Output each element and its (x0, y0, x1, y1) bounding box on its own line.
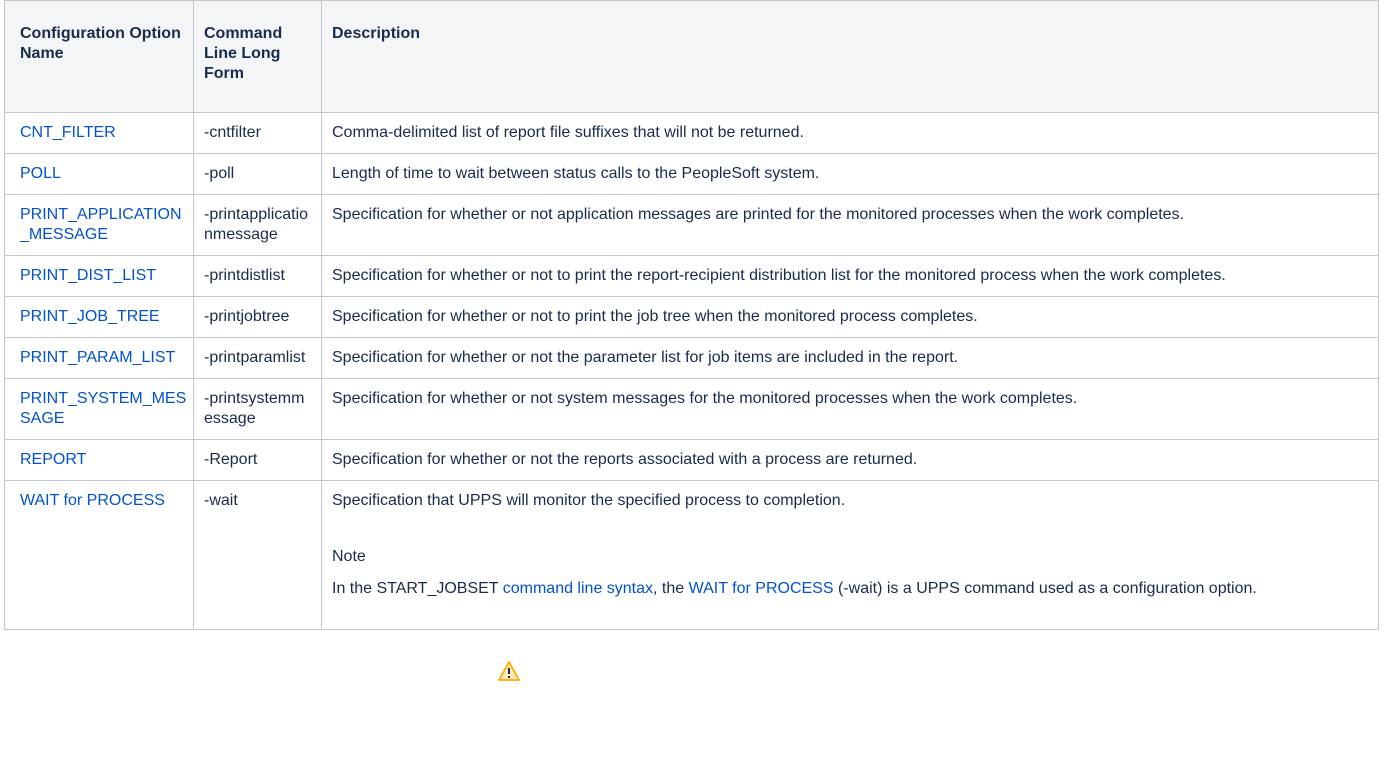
option-name-cell: POLL (4, 153, 194, 195)
table-row: PRINT_DIST_LIST -printdistlist Specifica… (4, 255, 1379, 297)
table-row: PRINT_APPLICATION_MESSAGE -printapplicat… (4, 194, 1379, 256)
wait-description: Specification that UPPS will monitor the… (332, 492, 846, 509)
option-name-cell: WAIT for PROCESS (4, 480, 194, 630)
option-link-poll[interactable]: POLL (20, 165, 61, 182)
option-name-cell: PRINT_DIST_LIST (4, 255, 194, 297)
command-cell: -printapplicationmessage (193, 194, 322, 256)
option-link-print-job-tree[interactable]: PRINT_JOB_TREE (20, 308, 160, 325)
command-cell: -poll (193, 153, 322, 195)
option-name-cell: REPORT (4, 439, 194, 481)
command-cell: -printsystemmessage (193, 378, 322, 440)
description-cell: Specification that UPPS will monitor the… (321, 480, 1379, 681)
description-cell: Specification for whether or not to prin… (321, 296, 1379, 338)
note-text-after: (-wait) is a UPPS command used as a conf… (833, 580, 1257, 597)
wait-for-process-link[interactable]: WAIT for PROCESS (689, 580, 834, 597)
table-row: PRINT_JOB_TREE -printjobtree Specificati… (4, 296, 1379, 338)
option-link-wait-for-process[interactable]: WAIT for PROCESS (20, 492, 165, 509)
option-link-print-application-message[interactable]: PRINT_APPLICATION_MESSAGE (20, 206, 182, 243)
table-row: PRINT_SYSTEM_MESSAGE -printsystemmessage… (4, 378, 1379, 440)
option-name-cell: CNT_FILTER (4, 112, 194, 154)
note-body: In the START_JOBSET command line syntax,… (332, 579, 1348, 599)
warning-icon (497, 660, 520, 681)
option-link-print-dist-list[interactable]: PRINT_DIST_LIST (20, 267, 156, 284)
header-option-name: Configuration Option Name (4, 0, 194, 113)
note-text-mid: , the (653, 580, 689, 597)
table-row: REPORT -Report Specification for whether… (4, 439, 1379, 481)
command-cell: -cntfilter (193, 112, 322, 154)
option-link-report[interactable]: REPORT (20, 451, 86, 468)
command-cell: -wait (193, 480, 322, 630)
command-cell: -printparamlist (193, 337, 322, 379)
description-cell: Specification for whether or not to prin… (321, 255, 1379, 297)
option-name-cell: PRINT_APPLICATION_MESSAGE (4, 194, 194, 256)
description-cell: Length of time to wait between status ca… (321, 153, 1379, 195)
note-title: Note (332, 548, 366, 565)
description-cell: Specification for whether or not applica… (321, 194, 1379, 256)
table-row: PRINT_PARAM_LIST -printparamlist Specifi… (4, 337, 1379, 379)
header-command-line: Command Line Long Form (193, 0, 322, 113)
description-cell: Comma-delimited list of report file suff… (321, 112, 1379, 154)
table-row: WAIT for PROCESS -wait Specification tha… (4, 480, 1379, 681)
table-row: CNT_FILTER -cntfilter Comma-delimited li… (4, 112, 1379, 154)
option-name-cell: PRINT_JOB_TREE (4, 296, 194, 338)
command-cell: -printdistlist (193, 255, 322, 297)
note-text-before: In the START_JOBSET (332, 580, 503, 597)
table-header-row: Configuration Option Name Command Line L… (4, 0, 1379, 113)
option-link-print-param-list[interactable]: PRINT_PARAM_LIST (20, 349, 175, 366)
config-options-table: Configuration Option Name Command Line L… (4, 0, 1379, 681)
option-name-cell: PRINT_SYSTEM_MESSAGE (4, 378, 194, 440)
description-cell: Specification for whether or not the rep… (321, 439, 1379, 481)
description-cell: Specification for whether or not the par… (321, 337, 1379, 379)
option-link-print-system-message[interactable]: PRINT_SYSTEM_MESSAGE (20, 390, 186, 427)
command-cell: -Report (193, 439, 322, 481)
table-row: POLL -poll Length of time to wait betwee… (4, 153, 1379, 195)
description-cell: Specification for whether or not system … (321, 378, 1379, 440)
option-name-cell: PRINT_PARAM_LIST (4, 337, 194, 379)
option-link-cnt-filter[interactable]: CNT_FILTER (20, 124, 116, 141)
command-line-syntax-link[interactable]: command line syntax (503, 580, 653, 597)
command-cell: -printjobtree (193, 296, 322, 338)
header-description: Description (321, 0, 1379, 113)
